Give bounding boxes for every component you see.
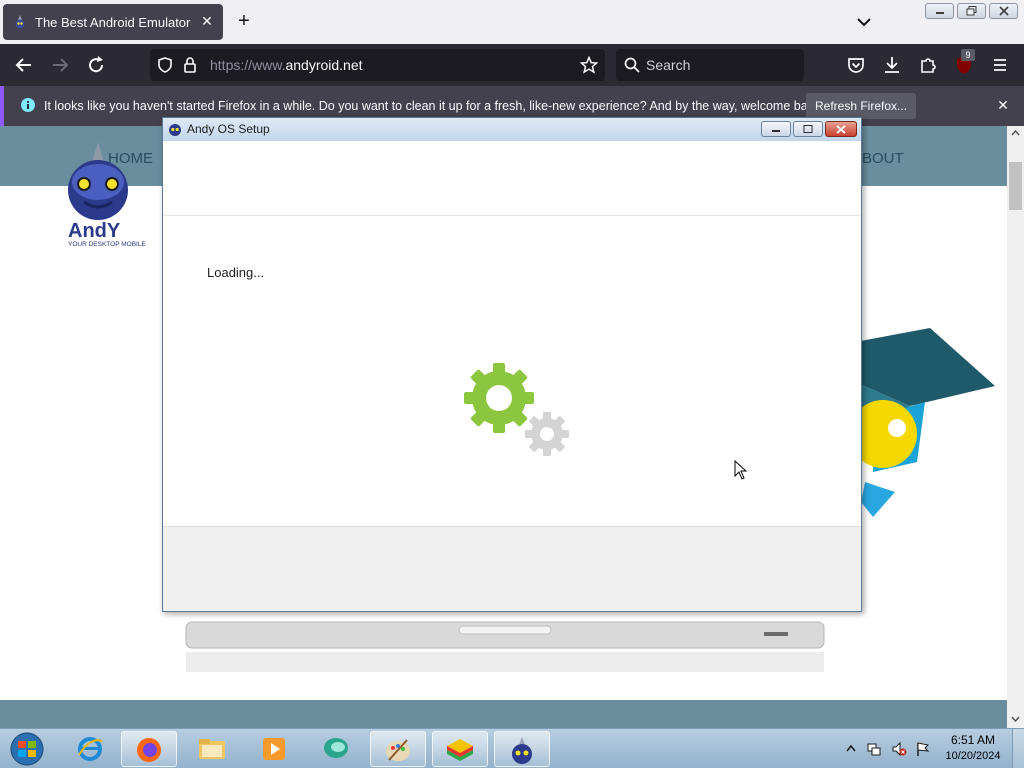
- folder-icon: [199, 739, 225, 759]
- downloads-icon[interactable]: [880, 53, 904, 77]
- andy-favicon-icon: [15, 15, 25, 29]
- laptop-base-graphic: [185, 621, 825, 672]
- browser-tab-strip: The Best Android Emulator For ✕ +: [0, 0, 1024, 44]
- forward-arrow-icon[interactable]: [48, 53, 72, 77]
- minimize-icon: [935, 12, 944, 14]
- page-vertical-scrollbar[interactable]: [1007, 126, 1024, 728]
- dialog-close-button[interactable]: [825, 121, 857, 137]
- andy-setup-dialog: Andy OS Setup Loading...: [162, 117, 862, 612]
- search-placeholder: Search: [646, 57, 691, 73]
- url-bar[interactable]: https://www.andyroid.net: [150, 49, 605, 81]
- loading-gears-icon: [464, 363, 569, 456]
- network-icon[interactable]: [866, 741, 882, 757]
- scroll-up-arrow-icon[interactable]: [1011, 130, 1020, 136]
- taskbar-firefox[interactable]: [121, 731, 177, 767]
- extensions-puzzle-icon[interactable]: [916, 53, 940, 77]
- minimize-icon: [772, 130, 780, 132]
- media-player-icon: [263, 738, 285, 760]
- close-icon: [998, 6, 1009, 16]
- andy-logo-tagline: YOUR DESKTOP MOBILE: [68, 241, 146, 248]
- volume-muted-icon[interactable]: [891, 741, 907, 757]
- taskbar-bluestacks[interactable]: [432, 731, 488, 767]
- show-desktop-button[interactable]: [1012, 729, 1024, 768]
- mascot-graphic: [855, 328, 995, 517]
- system-clock[interactable]: 6:51 AM 10/20/2024: [942, 733, 1004, 762]
- window-restore-button[interactable]: [957, 3, 986, 19]
- andy-logo-text: AndY: [68, 220, 121, 242]
- back-arrow-icon[interactable]: [12, 53, 36, 77]
- dialog-minimize-button[interactable]: [761, 121, 791, 137]
- mouse-cursor-icon: [734, 460, 748, 480]
- dialog-footer-area: [163, 526, 861, 611]
- internet-explorer-icon: [78, 737, 103, 761]
- taskbar-andy[interactable]: [494, 731, 550, 767]
- browser-tab[interactable]: The Best Android Emulator For ✕: [3, 4, 223, 40]
- andy-app-icon: [169, 124, 181, 136]
- close-icon: [836, 125, 846, 134]
- clock-date: 10/20/2024: [945, 750, 1001, 762]
- search-bar[interactable]: Search: [616, 49, 804, 81]
- reload-icon[interactable]: [84, 53, 108, 77]
- window-minimize-button[interactable]: [925, 3, 954, 19]
- action-center-flag-icon[interactable]: [915, 741, 931, 757]
- taskbar-internet-explorer[interactable]: [62, 731, 118, 767]
- lock-icon[interactable]: [182, 56, 198, 74]
- site-footer-bar: [0, 700, 1007, 728]
- loading-status-text: Loading...: [207, 265, 265, 280]
- notification-close-icon[interactable]: ✕: [994, 96, 1012, 114]
- notification-message: It looks like you haven't started Firefo…: [44, 99, 824, 113]
- tray-overflow-chevron-icon[interactable]: [846, 744, 856, 752]
- tracking-shield-icon[interactable]: [156, 56, 174, 74]
- browser-nav-toolbar: https://www.andyroid.net Search 9: [0, 44, 1024, 86]
- tab-list-chevron-icon[interactable]: [852, 11, 876, 33]
- tab-close-icon[interactable]: ✕: [199, 13, 215, 29]
- hamburger-menu-icon[interactable]: [988, 53, 1012, 77]
- start-button-icon[interactable]: [6, 731, 48, 767]
- dialog-title: Andy OS Setup: [187, 122, 270, 136]
- bookmark-star-icon[interactable]: [580, 56, 598, 74]
- site-nav-about[interactable]: BOUT: [862, 150, 904, 167]
- taskbar-file-explorer[interactable]: [184, 731, 240, 767]
- url-scheme: https://www.: [210, 57, 286, 73]
- andy-logo-icon[interactable]: [62, 140, 138, 224]
- extension-badge: 9: [961, 49, 975, 61]
- maximize-icon: [803, 125, 813, 133]
- restore-icon: [966, 6, 976, 16]
- chat-bubble-icon: [324, 738, 348, 758]
- dialog-header-area: [163, 141, 861, 216]
- search-icon: [624, 57, 640, 73]
- url-text[interactable]: https://www.andyroid.net: [210, 57, 363, 73]
- andy-taskbar-icon: [512, 737, 532, 764]
- taskbar-media-player[interactable]: [246, 731, 302, 767]
- scroll-down-arrow-icon[interactable]: [1011, 716, 1020, 722]
- dialog-title-bar[interactable]: Andy OS Setup: [163, 118, 861, 141]
- bluestacks-icon: [447, 739, 473, 761]
- taskbar-paint[interactable]: [370, 731, 426, 767]
- dialog-maximize-button[interactable]: [793, 121, 823, 137]
- windows-taskbar: 6:51 AM 10/20/2024: [0, 728, 1024, 768]
- scrollbar-thumb[interactable]: [1009, 162, 1022, 210]
- window-close-button[interactable]: [989, 3, 1018, 19]
- pocket-icon[interactable]: [844, 53, 868, 77]
- info-icon: [21, 98, 35, 112]
- paint-palette-icon: [386, 739, 410, 761]
- new-tab-button[interactable]: +: [232, 10, 256, 34]
- tab-title: The Best Android Emulator For: [35, 14, 195, 30]
- clock-time: 6:51 AM: [950, 733, 996, 747]
- refresh-firefox-button[interactable]: Refresh Firefox...: [806, 93, 916, 119]
- taskbar-chat-app[interactable]: [308, 731, 364, 767]
- url-domain: andyroid.net: [285, 57, 363, 73]
- firefox-icon: [137, 738, 161, 762]
